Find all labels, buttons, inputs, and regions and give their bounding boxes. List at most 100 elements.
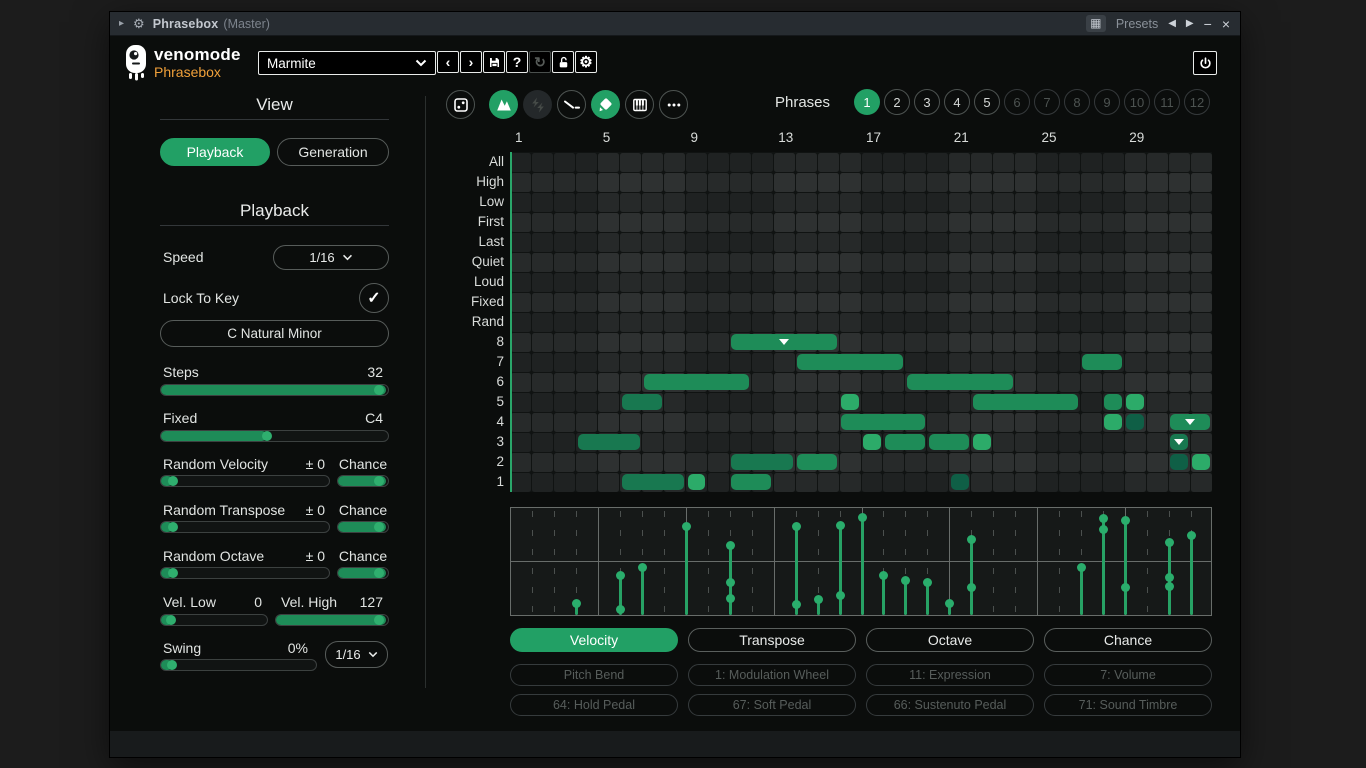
grid-cell[interactable] [1190, 292, 1212, 312]
grid-cell[interactable] [1102, 172, 1124, 192]
grid-cell[interactable] [993, 312, 1015, 332]
browser-grid-icon[interactable]: ▦ [1085, 15, 1106, 32]
grid-cell[interactable] [1102, 272, 1124, 292]
grid-cell[interactable] [1190, 272, 1212, 292]
preset-next-icon[interactable]: ▶ [1186, 18, 1194, 29]
grid-cell[interactable] [1146, 352, 1168, 372]
grid-cell[interactable] [905, 352, 927, 372]
grid-cell[interactable] [861, 292, 883, 312]
note[interactable] [1104, 394, 1123, 410]
grid-cell[interactable] [1037, 312, 1058, 332]
grid-cell[interactable] [751, 432, 773, 452]
grid-cell[interactable] [773, 292, 795, 312]
phrase-button-9[interactable]: 9 [1094, 89, 1120, 115]
steps-slider[interactable] [160, 384, 389, 396]
grid-cell[interactable] [927, 152, 949, 172]
grid-cell[interactable] [817, 372, 839, 392]
grid-cell[interactable] [1124, 472, 1146, 492]
grid-cell[interactable] [532, 192, 554, 212]
grid-cell[interactable] [1124, 212, 1146, 232]
grid-cell[interactable] [1037, 412, 1058, 432]
grid-cell[interactable] [927, 192, 949, 212]
preset-next-button[interactable]: › [460, 51, 482, 73]
collapse-caret-icon[interactable]: ▸ [119, 18, 124, 29]
grid-cell[interactable] [861, 192, 883, 212]
grid-cell[interactable] [993, 252, 1015, 272]
grid-cell[interactable] [664, 232, 685, 252]
grid-cell[interactable] [532, 412, 554, 432]
grid-cell[interactable] [949, 272, 971, 292]
grid-cell[interactable] [993, 452, 1015, 472]
grid-cell[interactable] [576, 172, 598, 192]
grid-cell[interactable] [795, 312, 817, 332]
grid-cell[interactable] [883, 332, 905, 352]
note[interactable] [972, 434, 991, 450]
piano-button[interactable] [625, 90, 654, 119]
grid-cell[interactable] [1015, 152, 1036, 172]
grid-cell[interactable] [861, 372, 883, 392]
grid-cell[interactable] [1058, 352, 1080, 372]
note[interactable] [577, 434, 640, 450]
grid-cell[interactable] [642, 452, 664, 472]
grid-cell[interactable] [686, 332, 707, 352]
grid-cell[interactable] [993, 272, 1015, 292]
grid-cell[interactable] [1058, 312, 1080, 332]
grid-cell[interactable] [510, 292, 532, 312]
phrase-button-11[interactable]: 11 [1154, 89, 1180, 115]
phrase-button-2[interactable]: 2 [884, 89, 910, 115]
grid-cell[interactable] [510, 412, 532, 432]
grid-cell[interactable] [927, 452, 949, 472]
grid-cell[interactable] [1058, 452, 1080, 472]
grid-cell[interactable] [927, 212, 949, 232]
grid-cell[interactable] [1037, 172, 1058, 192]
grid-cell[interactable] [927, 392, 949, 412]
note[interactable] [643, 374, 750, 390]
velocity-stem[interactable] [882, 575, 886, 616]
grid-cell[interactable] [664, 252, 685, 272]
grid-cell[interactable] [510, 232, 532, 252]
grid-cell[interactable] [949, 232, 971, 252]
grid-cell[interactable] [1168, 372, 1190, 392]
grid-cell[interactable] [905, 312, 927, 332]
grid-cell[interactable] [576, 332, 598, 352]
note[interactable] [1082, 354, 1123, 370]
grid-cell[interactable] [554, 372, 576, 392]
lane-tab-octave[interactable]: Octave [866, 628, 1034, 652]
note[interactable] [1170, 434, 1189, 450]
grid-cell[interactable] [1124, 232, 1146, 252]
grid-cell[interactable] [1190, 372, 1212, 392]
grid-cell[interactable] [664, 152, 685, 172]
grid-cell[interactable] [993, 152, 1015, 172]
slider-thumb[interactable] [168, 522, 178, 532]
phrase-button-1[interactable]: 1 [854, 89, 880, 115]
grid-cell[interactable] [883, 232, 905, 252]
grid-cell[interactable] [620, 352, 642, 372]
grid-cell[interactable] [993, 292, 1015, 312]
grid-cell[interactable] [1124, 432, 1146, 452]
grid-cell[interactable] [817, 392, 839, 412]
midi-cc-button[interactable]: 7: Volume [1044, 664, 1212, 686]
grid-cell[interactable] [1080, 292, 1102, 312]
grid-cell[interactable] [1146, 372, 1168, 392]
grid-cell[interactable] [971, 472, 993, 492]
grid-cell[interactable] [1124, 272, 1146, 292]
grid-cell[interactable] [1146, 432, 1168, 452]
grid-cell[interactable] [510, 372, 532, 392]
lock-button[interactable] [552, 51, 574, 73]
reload-button[interactable]: ↻ [529, 51, 551, 73]
grid-cell[interactable] [795, 432, 817, 452]
grid-cell[interactable] [751, 192, 773, 212]
grid-cell[interactable] [839, 292, 861, 312]
note[interactable] [1104, 414, 1123, 430]
grid-cell[interactable] [1190, 252, 1212, 272]
grid-cell[interactable] [817, 412, 839, 432]
note[interactable] [621, 394, 662, 410]
grid-cell[interactable] [664, 212, 685, 232]
preset-select[interactable]: Marmite [258, 51, 436, 75]
grid-cell[interactable] [993, 352, 1015, 372]
grid-cell[interactable] [1102, 432, 1124, 452]
grid-cell[interactable] [861, 172, 883, 192]
velocity-dot[interactable] [1164, 572, 1174, 582]
phrase-button-6[interactable]: 6 [1004, 89, 1030, 115]
grid-cell[interactable] [1146, 452, 1168, 472]
